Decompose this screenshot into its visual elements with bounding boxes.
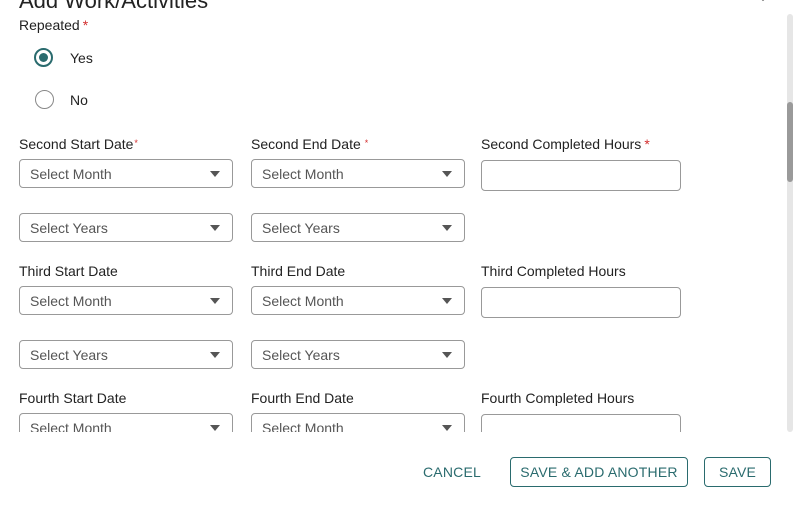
caret-down-icon [210,298,220,304]
caret-down-icon [442,425,452,431]
label-text: Second Start Date [19,136,134,152]
repeated-label-text: Repeated [19,17,80,33]
select-value: Select Years [262,347,340,363]
select-value: Select Month [30,420,112,432]
caret-down-icon [210,171,220,177]
caret-down-icon [442,298,452,304]
scrollbar-thumb[interactable] [787,102,793,182]
caret-down-icon [210,352,220,358]
second-start-years-select[interactable]: Select Years [19,213,233,242]
second-start-date-label: Second Start Date* [19,136,138,152]
second-end-years-select[interactable]: Select Years [251,213,465,242]
select-value: Select Month [30,293,112,309]
caret-down-icon [442,352,452,358]
radio-yes-label: Yes [70,49,93,66]
caret-down-icon [442,171,452,177]
radio-unchecked-icon[interactable] [35,90,54,109]
third-start-years-select[interactable]: Select Years [19,340,233,369]
third-completed-hours-label: Third Completed Hours [481,263,626,279]
caret-down-icon [442,225,452,231]
label-text: Second End Date [251,136,361,152]
third-start-month-select[interactable]: Select Month [19,286,233,315]
select-value: Select Years [30,347,108,363]
second-end-date-label: Second End Date * [251,136,368,152]
label-text: Second Completed Hours [481,136,642,152]
select-value: Select Month [262,420,344,432]
required-mark: * [364,138,369,148]
fourth-start-date-label: Fourth Start Date [19,390,127,406]
fourth-start-month-select[interactable]: Select Month [19,413,233,432]
caret-down-icon [210,425,220,431]
radio-checked-icon[interactable] [34,48,53,67]
third-completed-hours-input[interactable] [481,287,681,318]
required-mark: * [644,136,650,152]
fourth-end-date-label: Fourth End Date [251,390,354,406]
second-completed-hours-label: Second Completed Hours * [481,136,650,152]
second-completed-hours-input[interactable] [481,160,681,191]
radio-no[interactable]: No [35,90,88,109]
third-end-date-label: Third End Date [251,263,346,279]
fourth-end-month-select[interactable]: Select Month [251,413,465,432]
save-button[interactable]: SAVE [704,457,771,487]
close-icon[interactable] [752,0,774,8]
fourth-completed-hours-input[interactable] [481,414,681,432]
select-value: Select Month [30,166,112,182]
repeated-label: Repeated * [19,17,88,33]
fourth-completed-hours-label: Fourth Completed Hours [481,390,635,406]
select-value: Select Years [262,220,340,236]
radio-no-label: No [70,91,88,108]
caret-down-icon [210,225,220,231]
second-start-month-select[interactable]: Select Month [19,159,233,188]
third-end-month-select[interactable]: Select Month [251,286,465,315]
select-value: Select Month [262,166,344,182]
cancel-button[interactable]: CANCEL [418,457,486,487]
required-mark: * [134,138,138,148]
select-value: Select Years [30,220,108,236]
third-start-date-label: Third Start Date [19,263,118,279]
required-mark: * [82,17,89,33]
radio-yes[interactable]: Yes [34,48,93,67]
dialog-content: Add Work/Activities Repeated * Yes No Sec… [0,0,786,432]
scrollbar[interactable] [787,14,793,432]
dialog-title: Add Work/Activities [19,0,209,13]
select-value: Select Month [262,293,344,309]
third-end-years-select[interactable]: Select Years [251,340,465,369]
second-end-month-select[interactable]: Select Month [251,159,465,188]
save-and-add-another-button[interactable]: SAVE & ADD ANOTHER [510,457,688,487]
